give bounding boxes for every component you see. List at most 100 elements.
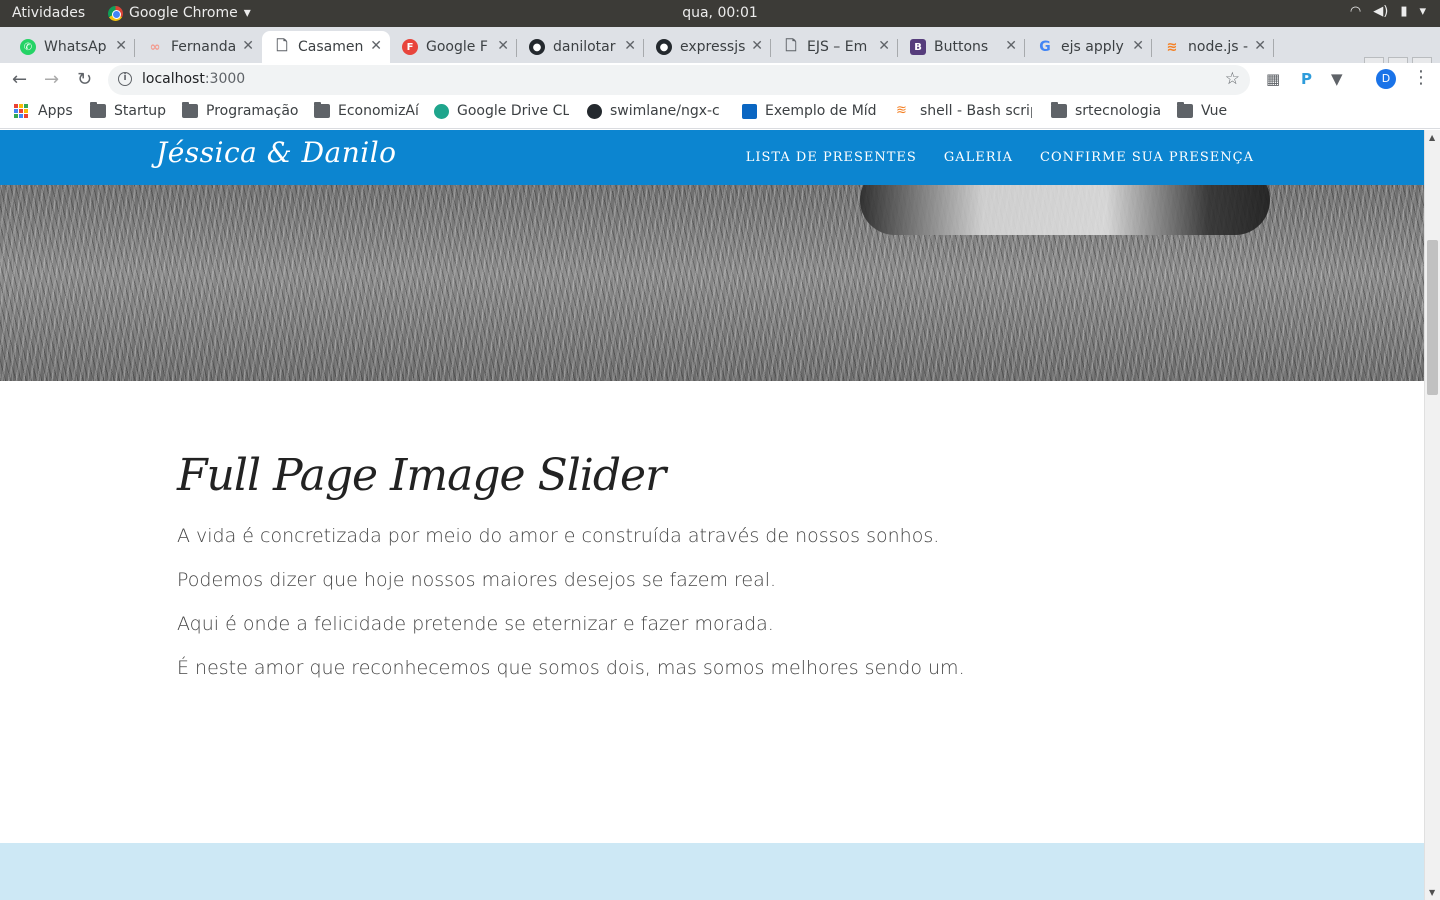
volume-icon: ◀)	[1373, 4, 1389, 19]
tab-stackoverflow-nodejs[interactable]: ≋ node.js - ✕	[1152, 31, 1274, 63]
close-icon[interactable]: ✕	[1132, 38, 1144, 54]
link-icon: ∞	[149, 39, 161, 55]
profile-avatar[interactable]: D	[1376, 69, 1396, 89]
page-scrollbar[interactable]: ▲ ▼	[1424, 130, 1440, 900]
folder-icon	[1051, 102, 1067, 118]
close-icon[interactable]: ✕	[370, 38, 382, 54]
bookmark-label: srtecnologia	[1075, 103, 1162, 119]
linkedin-icon	[742, 103, 757, 119]
bootstrap-icon: B	[910, 39, 926, 55]
bookmark-folder-economizai[interactable]: EconomizAí	[314, 102, 419, 119]
bookmark-apps[interactable]: Apps	[14, 103, 73, 119]
scrollbar-thumb[interactable]	[1427, 240, 1438, 395]
tab-title: Buttons	[934, 39, 989, 55]
page-viewport: Jéssica & Danilo LISTA DE PRESENTES GALE…	[0, 130, 1424, 900]
tab-github-expressjs[interactable]: ● expressjs ✕	[644, 31, 771, 63]
wifi-icon: ◠	[1349, 4, 1362, 19]
bookmark-label: Vue	[1201, 103, 1228, 119]
tab-title: danilotar	[553, 39, 616, 55]
more-menu-icon[interactable]: ⋮	[1412, 67, 1430, 88]
bookmark-google-drive-cli[interactable]: Google Drive CLI	[434, 103, 569, 119]
bookmark-folder-vue[interactable]: Vue	[1177, 102, 1228, 119]
scroll-down-arrow-icon[interactable]: ▼	[1429, 888, 1435, 897]
nav-link-rsvp[interactable]: CONFIRME SUA PRESENÇA	[1040, 150, 1254, 165]
tab-title: expressjs	[680, 39, 746, 55]
nav-link-gallery[interactable]: GALERIA	[944, 150, 1013, 165]
close-icon[interactable]: ✕	[115, 38, 127, 54]
scroll-up-arrow-icon[interactable]: ▲	[1429, 133, 1435, 142]
tab-ejs[interactable]: 🗋 EJS – Em ✕	[771, 31, 898, 63]
system-tray[interactable]: ◠ ◀) ▮ ▾	[1350, 4, 1426, 19]
stackoverflow-icon: ≋	[1166, 39, 1178, 55]
intro-paragraph: Aqui é onde a felicidade pretende se ete…	[177, 613, 774, 635]
vue-devtools-extension-icon[interactable]: ▼	[1331, 70, 1343, 88]
tab-whatsapp[interactable]: ✆ WhatsAp ✕	[8, 31, 135, 63]
tab-title: Casamen	[298, 39, 364, 55]
clock[interactable]: qua, 00:01	[0, 5, 1440, 21]
bookmark-label: Programação	[206, 103, 299, 119]
folder-icon	[182, 102, 198, 118]
folder-icon	[314, 102, 330, 118]
bookmark-label: swimlane/ngx-c	[610, 103, 720, 119]
info-icon[interactable]: i	[118, 72, 132, 86]
folder-icon	[90, 102, 106, 118]
close-icon[interactable]: ✕	[242, 38, 254, 54]
back-button[interactable]: ←	[12, 69, 27, 90]
next-section-band	[0, 843, 1424, 900]
bookmark-star-icon[interactable]: ☆	[1225, 69, 1240, 89]
tab-fernanda[interactable]: ∞ Fernanda ✕	[135, 31, 262, 63]
apps-grid-icon	[14, 104, 30, 118]
github-icon	[587, 103, 602, 119]
address-bar[interactable]: i localhost:3000 ☆	[108, 65, 1250, 95]
intro-paragraph: Podemos dizer que hoje nossos maiores de…	[177, 569, 777, 591]
forward-button[interactable]: →	[44, 69, 59, 90]
drive-icon	[434, 103, 449, 119]
browser-toolbar: ← → ↻ i localhost:3000 ☆ ▦ P ▼ D ⋮	[0, 63, 1440, 97]
tab-title: ejs apply	[1061, 39, 1124, 55]
url-text[interactable]: localhost:3000	[142, 71, 245, 87]
nav-link-gift-list[interactable]: LISTA DE PRESENTES	[746, 150, 917, 165]
bookmark-folder-programacao[interactable]: Programação	[182, 102, 299, 119]
github-icon: ●	[656, 39, 672, 55]
close-icon[interactable]: ✕	[1005, 38, 1017, 54]
chevron-down-icon: ▾	[1419, 4, 1426, 19]
github-icon: ●	[529, 39, 545, 55]
bookmark-folder-startup[interactable]: Startup	[90, 102, 166, 119]
close-icon[interactable]: ✕	[624, 38, 636, 54]
reader-extension-icon[interactable]: ▦	[1266, 70, 1280, 88]
bookmark-swimlane[interactable]: swimlane/ngx-c	[587, 103, 722, 119]
tab-google-ejs-apply[interactable]: G ejs apply ✕	[1025, 31, 1152, 63]
intro-paragraph: É neste amor que reconhecemos que somos …	[177, 657, 965, 679]
bookmark-label: Google Drive CLI	[457, 103, 569, 119]
tab-bootstrap-buttons[interactable]: B Buttons ✕	[898, 31, 1025, 63]
google-icon: G	[1039, 39, 1051, 55]
firebase-icon: F	[402, 39, 418, 55]
tab-title: Fernanda	[171, 39, 237, 55]
bookmark-folder-srtecnologia[interactable]: srtecnologia	[1051, 102, 1162, 119]
close-icon[interactable]: ✕	[497, 38, 509, 54]
bookmark-exemplo-midia[interactable]: Exemplo de Mídi	[742, 103, 877, 119]
tab-title: EJS – Em	[807, 39, 868, 55]
bookmarks-bar: Apps Startup Programação EconomizAí Goog…	[0, 97, 1440, 129]
stackoverflow-icon: ≋	[896, 103, 907, 118]
os-top-bar: Atividades Google Chrome ▾ qua, 00:01 ◠ …	[0, 0, 1440, 27]
folder-icon	[1177, 102, 1193, 118]
url-port: :3000	[204, 71, 246, 87]
tab-strip: ✆ WhatsAp ✕ ∞ Fernanda ✕ 🗋 Casamen ✕ F G…	[0, 27, 1440, 84]
close-icon[interactable]: ✕	[1254, 38, 1266, 54]
site-brand[interactable]: Jéssica & Danilo	[156, 136, 397, 169]
reload-button[interactable]: ↻	[77, 69, 92, 90]
tab-google-firebase[interactable]: F Google F ✕	[390, 31, 517, 63]
bookmark-label: shell - Bash scrip	[920, 103, 1032, 119]
close-icon[interactable]: ✕	[878, 38, 890, 54]
page-icon: 🗋	[785, 38, 797, 54]
tab-title: Google F	[426, 39, 488, 55]
site-nav: LISTA DE PRESENTES GALERIA CONFIRME SUA …	[746, 150, 1254, 165]
hero-image	[0, 185, 1424, 381]
couple-photo	[860, 185, 1270, 235]
close-icon[interactable]: ✕	[751, 38, 763, 54]
tab-github-danilotar[interactable]: ● danilotar ✕	[517, 31, 644, 63]
pushbullet-extension-icon[interactable]: P	[1301, 70, 1312, 88]
bookmark-shell-bash[interactable]: ≋ shell - Bash scrip	[896, 103, 1032, 119]
tab-casamento[interactable]: 🗋 Casamen ✕	[262, 31, 390, 63]
